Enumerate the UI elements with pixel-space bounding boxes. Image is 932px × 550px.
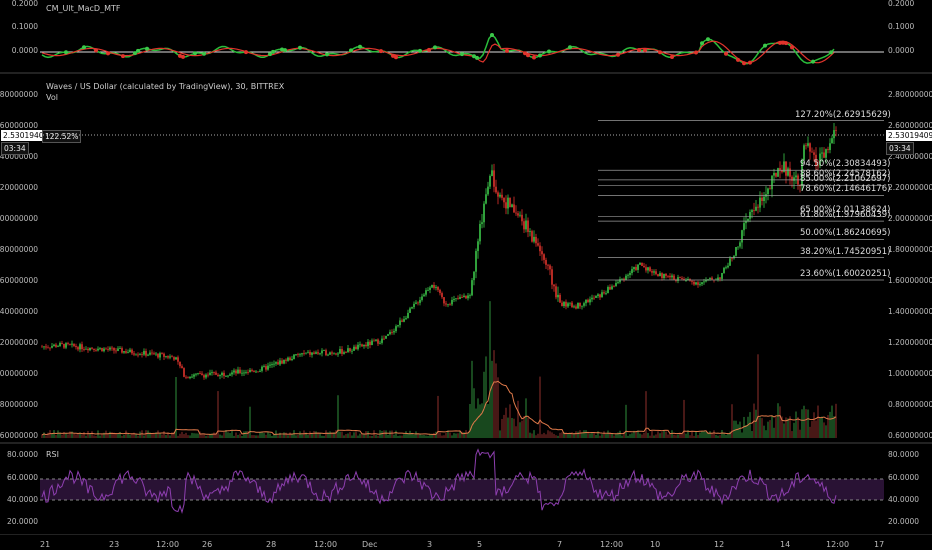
time-axis-label: 21 [40,540,51,549]
price-tick: 1.00000000 [888,369,932,378]
price-tick: 2.20000000 [0,183,38,192]
rsi-tick: 60.0000 [888,473,920,482]
price-tick: 0.60000000 [0,431,38,440]
rsi-axis-left: 80.0000 60.0000 40.0000 20.0000 [0,444,40,534]
rsi-tick: 60.0000 [6,473,38,482]
fib-level-label: 50.00%(1.86240695) [800,228,891,239]
time-axis-label: 12 [714,540,725,549]
price-tick: 1.40000000 [0,307,38,316]
panel-divider [0,534,932,535]
rsi-axis-right: 80.0000 60.0000 40.0000 20.0000 [884,444,932,534]
macd-panel[interactable]: CM_Ult_MacD_MTF 0.2000 0.1000 0.0000 0.2… [0,0,932,72]
price-tick: 1.60000000 [888,276,932,285]
price-tick: 1.60000000 [0,276,38,285]
countdown-tag-right: 03:34 [886,142,914,155]
countdown-tag-left: 03:34 [1,142,29,155]
price-tick: 0.80000000 [0,400,38,409]
price-tick: 2.60000000 [888,121,932,130]
time-axis-label: 26 [202,540,213,549]
time-axis-label: 5 [477,540,483,549]
fib-level-label: 94.50%(2.30834493) [800,159,891,170]
fib-level-label: 38.20%(1.74520951) [800,246,891,257]
price-tick: 2.80000000 [888,90,932,99]
rsi-tick: 40.0000 [6,495,38,504]
last-price-tag-right: 2.53019409 [886,130,932,141]
price-tick: 2.00000000 [888,214,932,223]
price-tick: 1.20000000 [888,338,932,347]
rsi-tick: 40.0000 [888,495,920,504]
price-tick: 2.80000000 [0,90,38,99]
time-axis-label: 12:00 [156,540,180,549]
fib-level-label: 78.60%(2.14646176) [800,184,891,195]
price-tick: 2.20000000 [888,183,932,192]
time-axis-label: 12:00 [600,540,624,549]
fib-level-label: 85.00%(2.21062697) [800,174,891,185]
fib-level-label: 61.80%(1.97960439) [800,210,891,221]
price-tick: 2.60000000 [0,121,38,130]
time-axis-label: 14 [780,540,791,549]
rsi-tick: 80.0000 [6,450,38,459]
time-axis-label: 12:00 [314,540,338,549]
time-axis-label: 10 [650,540,661,549]
time-axis-label: 23 [109,540,120,549]
time-axis-label: 12:00 [826,540,850,549]
time-axis-label: 3 [427,540,433,549]
rsi-tick: 80.0000 [888,450,920,459]
percent-change-tag: 122.52% [42,130,82,143]
price-tick: 1.40000000 [888,307,932,316]
macd-title: CM_Ult_MacD_MTF [46,4,121,13]
rsi-tick: 20.0000 [888,517,920,526]
fib-level-label: 127.20%(2.62915629) [795,109,891,120]
price-tick: 1.00000000 [0,369,38,378]
symbol-title: Waves / US Dollar (calculated by Trading… [46,82,285,91]
time-axis-label: Dec [362,540,378,549]
price-tick: 2.00000000 [0,214,38,223]
rsi-tick: 20.0000 [6,517,38,526]
price-tick: 0.60000000 [888,431,932,440]
rsi-title: RSI [46,450,59,459]
price-panel[interactable]: Waves / US Dollar (calculated by Trading… [0,74,932,442]
price-tick: 0.80000000 [888,400,932,409]
fib-level-label: 23.60%(1.60020251) [800,269,891,279]
time-axis-label: 17 [874,540,885,549]
price-tick: 1.20000000 [0,338,38,347]
price-tick: 1.80000000 [888,245,932,254]
rsi-panel[interactable]: RSI 80.0000 60.0000 40.0000 20.0000 80.0… [0,444,932,534]
time-axis-label: 28 [266,540,277,549]
time-axis-label: 7 [557,540,563,549]
volume-label: Vol [46,93,58,102]
price-tick: 1.80000000 [0,245,38,254]
